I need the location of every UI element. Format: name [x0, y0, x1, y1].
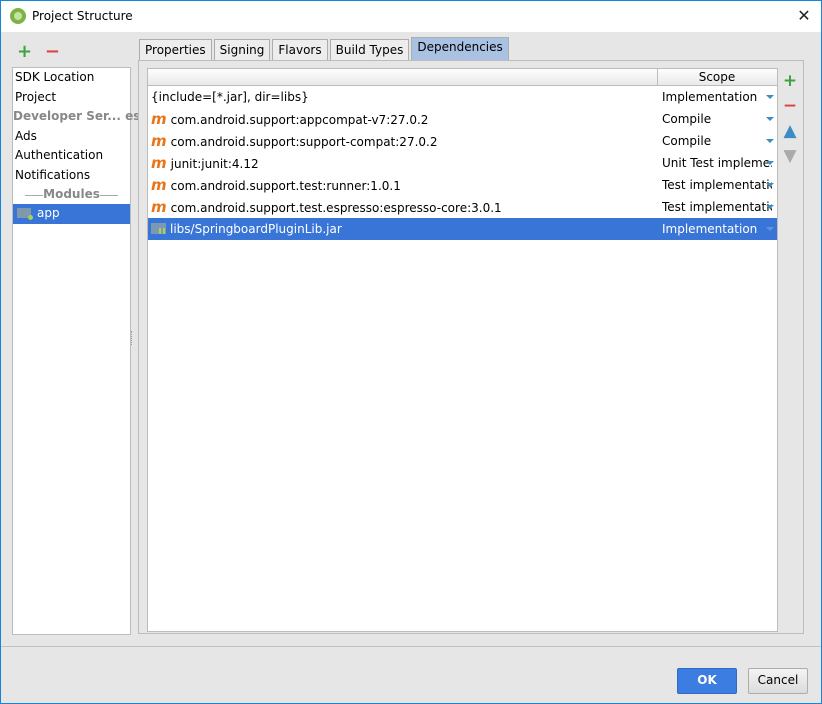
android-studio-icon [10, 8, 26, 24]
dependency-label: com.android.support.test:runner:1.0.1 [170, 179, 401, 193]
dependencies-panel: Scope {include=[*.jar], dir=libs} Impleme… [138, 60, 804, 634]
project-structure-dialog: Project Structure ✕ + − SDK Location Pro… [0, 0, 822, 704]
remove-dependency-icon[interactable]: − [782, 96, 798, 121]
chevron-down-icon[interactable] [766, 139, 774, 143]
jar-library-icon [151, 223, 166, 234]
maven-icon: m [151, 132, 167, 150]
remove-icon[interactable]: − [45, 41, 61, 62]
tab-signing[interactable]: Signing [213, 39, 271, 60]
chevron-down-icon[interactable] [766, 227, 774, 231]
title-bar: Project Structure ✕ [1, 1, 821, 32]
tab-flavors[interactable]: Flavors [272, 39, 328, 60]
dependency-label: com.android.support:appcompat-v7:27.0.2 [170, 113, 429, 127]
module-folder-icon [17, 208, 33, 220]
close-icon[interactable]: ✕ [793, 5, 815, 27]
divider [1, 646, 821, 647]
scope-dropdown[interactable]: Implementation [662, 218, 772, 240]
cancel-button[interactable]: Cancel [748, 668, 808, 694]
chevron-down-icon[interactable] [766, 183, 774, 187]
dependency-name: m com.android.support.test.espresso:espre… [151, 196, 502, 219]
maven-icon: m [151, 176, 167, 194]
dependency-name: m com.android.support.test:runner:1.0.1 [151, 174, 401, 197]
table-row[interactable]: m com.android.support:support-compat:27.0… [148, 130, 777, 152]
tab-bar: Properties Signing Flavors Build Types D… [139, 37, 511, 61]
table-header: Scope [148, 69, 777, 86]
tab-dependencies[interactable]: Dependencies [411, 37, 509, 61]
dependency-name: m com.android.support:support-compat:27.0… [151, 130, 437, 153]
sidebar-item-notifications[interactable]: Notifications [13, 166, 130, 186]
developer-services-header[interactable]: Developer Ser... es [13, 107, 140, 127]
chevron-down-icon[interactable] [766, 205, 774, 209]
chevron-down-icon[interactable] [766, 161, 774, 165]
module-label: app [37, 206, 60, 220]
ok-button[interactable]: OK [677, 668, 737, 694]
dependency-name: m junit:junit:4.12 [151, 152, 259, 175]
chevron-down-icon[interactable] [766, 95, 774, 99]
dependency-label: junit:junit:4.12 [170, 157, 259, 171]
scope-dropdown[interactable]: Unit Test impleme... [662, 152, 772, 174]
side-toolbar: + − ▲ ▼ [782, 71, 798, 171]
tab-properties[interactable]: Properties [139, 39, 212, 60]
sidebar-item-project[interactable]: Project [13, 88, 130, 108]
scope-dropdown[interactable]: Test implementation [662, 174, 772, 196]
sidebar-item-app[interactable]: app [13, 204, 130, 224]
maven-icon: m [151, 110, 167, 128]
dependency-name: libs/SpringboardPluginLib.jar [151, 218, 342, 240]
sidebar-list: SDK Location Project Developer Ser... es… [12, 67, 140, 635]
window-title: Project Structure [32, 9, 133, 23]
maven-icon: m [151, 198, 167, 216]
dependency-label: {include=[*.jar], dir=libs} [151, 90, 309, 104]
dependency-name: {include=[*.jar], dir=libs} [151, 86, 309, 108]
table-row[interactable]: m com.android.support.test.espresso:espre… [148, 196, 777, 218]
sidebar-item-sdk-location[interactable]: SDK Location [13, 68, 130, 88]
scope-dropdown[interactable]: Compile [662, 130, 772, 152]
add-dependency-icon[interactable]: + [782, 71, 798, 96]
add-icon[interactable]: + [17, 41, 33, 62]
column-header-scope[interactable]: Scope [657, 69, 776, 85]
table-row[interactable]: m junit:junit:4.12 Unit Test impleme... [148, 152, 777, 174]
scope-dropdown[interactable]: Implementation [662, 86, 772, 108]
left-toolbar: + − [17, 41, 61, 62]
dependency-label: libs/SpringboardPluginLib.jar [170, 222, 342, 236]
move-down-icon[interactable]: ▼ [782, 146, 798, 171]
sidebar-item-authentication[interactable]: Authentication [13, 146, 130, 166]
sidebar-item-ads[interactable]: Ads [13, 127, 130, 147]
tab-build-types[interactable]: Build Types [329, 39, 410, 60]
table-row[interactable]: {include=[*.jar], dir=libs} Implementatio… [148, 86, 777, 108]
scope-dropdown[interactable]: Test implementation [662, 196, 772, 218]
scope-dropdown[interactable]: Compile [662, 108, 772, 130]
chevron-down-icon[interactable] [766, 117, 774, 121]
dependency-label: com.android.support.test.espresso:espres… [170, 201, 502, 215]
maven-icon: m [151, 154, 167, 172]
table-row[interactable]: libs/SpringboardPluginLib.jar Implementat… [148, 218, 777, 240]
table-row[interactable]: m com.android.support:appcompat-v7:27.0.2… [148, 108, 777, 130]
dependency-name: m com.android.support:appcompat-v7:27.0.2 [151, 108, 428, 131]
table-row[interactable]: m com.android.support.test:runner:1.0.1 Te… [148, 174, 777, 196]
modules-header: Modules [13, 185, 130, 204]
dependencies-table: Scope {include=[*.jar], dir=libs} Impleme… [147, 68, 778, 632]
move-up-icon[interactable]: ▲ [782, 121, 798, 146]
splitter-handle[interactable] [131, 331, 135, 345]
dependency-label: com.android.support:support-compat:27.0.… [170, 135, 438, 149]
